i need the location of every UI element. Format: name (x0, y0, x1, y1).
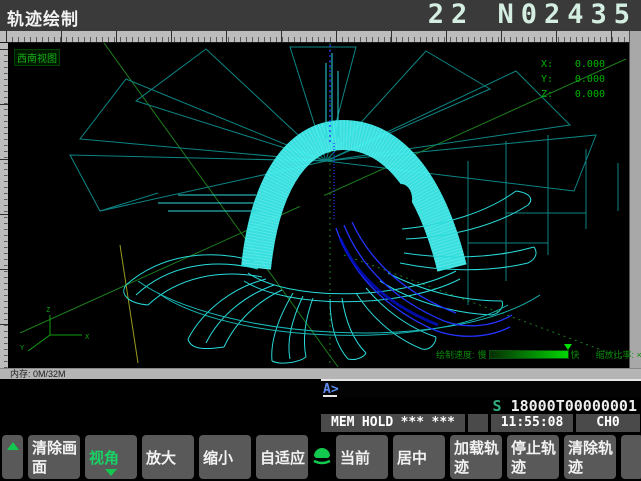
softkey-load-trace[interactable]: 加载轨迹 (450, 435, 502, 479)
coordinate-readout: X: 0.000 Y: 0.000 Z: 0.000 (535, 57, 605, 102)
channel-indicator: CH0 (576, 414, 640, 432)
vertical-ruler (0, 43, 8, 368)
right-scroll-strip[interactable] (629, 31, 641, 368)
softkey-label: 清除画面 (32, 440, 77, 476)
horizontal-ruler (0, 31, 641, 43)
triad-y-label: Y (20, 344, 25, 352)
mode-segment: MEM HOLD *** *** (321, 414, 465, 432)
softkey-label: 当前 (340, 450, 370, 467)
spindle-tool-value: 18000T00000001 (511, 397, 637, 415)
triangle-up-icon (7, 442, 19, 450)
toolpath-plot[interactable]: Z X Y 西南视图 X: 0.000 Y: 0.000 Z: 0.000 绘制… (8, 43, 629, 368)
yellow-path-line (120, 245, 138, 363)
softkey-stop-trace[interactable]: 停止轨迹 (507, 435, 559, 479)
slider-marker-icon[interactable] (564, 344, 572, 350)
softkey-clear-trace[interactable]: 清除轨迹 (564, 435, 616, 479)
softkey-label: 视角 (89, 450, 119, 467)
softkey-menu-return[interactable] (2, 435, 23, 479)
spindle-label: S (493, 397, 502, 415)
view-orientation-label: 西南视图 (14, 49, 60, 66)
coord-z: Z: 0.000 (535, 87, 605, 102)
more-pages-icon[interactable] (310, 442, 334, 470)
spindle-tool-readout: S 18000T00000001 (321, 397, 637, 413)
page-title: 轨迹绘制 (7, 5, 79, 30)
speed-fast-label: 快 (571, 348, 580, 361)
softkey-label: 放大 (146, 450, 176, 467)
speed-slider[interactable] (489, 350, 569, 359)
softkey-label: 自适应 (260, 450, 305, 467)
hold-label: HOLD (362, 414, 393, 432)
status-stars-2: *** (432, 414, 455, 432)
softkey-zoom-out[interactable]: 缩小 (199, 435, 251, 479)
speed-label: 绘制速度: (436, 348, 475, 361)
command-input[interactable]: A> (321, 379, 641, 397)
status-stars-1: *** (401, 414, 424, 432)
program-number: 22 N02435 (428, 0, 637, 30)
softkey-label: 缩小 (203, 450, 233, 467)
blank-segment (468, 414, 488, 432)
zoom-ratio-label: 缩放比率: ×1.233 (596, 348, 641, 361)
softkey-view-angle[interactable]: 视角 (85, 435, 137, 479)
triad-z-label: Z (46, 306, 50, 314)
mode-label: MEM (331, 414, 354, 432)
clock: 11:55:08 (491, 414, 573, 432)
softkey-empty[interactable] (621, 435, 641, 479)
softkey-label: 加载轨迹 (454, 440, 499, 476)
softkey-zoom-in[interactable]: 放大 (142, 435, 194, 479)
softkey-auto-fit[interactable]: 自适应 (256, 435, 308, 479)
title-bar: 轨迹绘制 22 N02435 (0, 0, 641, 31)
draw-speed-control: 绘制速度: 慢 快 缩放比率: ×1.233 (436, 348, 641, 361)
speed-slow-label: 慢 (478, 348, 487, 361)
softkey-current[interactable]: 当前 (336, 435, 388, 479)
cnc-trace-screen: 轨迹绘制 22 N02435 (0, 0, 641, 481)
coord-y: Y: 0.000 (535, 72, 605, 87)
softkey-label: 居中 (397, 450, 427, 467)
softkey-label: 停止轨迹 (511, 440, 556, 476)
axis-triad: Z X Y (20, 306, 90, 352)
memory-usage: 内存: 0M/32M (10, 369, 66, 379)
swirl-blades (124, 191, 540, 363)
softkey-clear-screen[interactable]: 清除画面 (28, 435, 80, 479)
memory-status-strip: 内存: 0M/32M (0, 368, 641, 379)
triad-x-label: X (85, 333, 90, 341)
softkey-row: 清除画面 视角 放大 缩小 自适应 当前 居中 加载轨迹 停止轨迹 (0, 434, 641, 481)
coord-x: X: 0.000 (535, 57, 605, 72)
triangle-down-icon (105, 469, 117, 476)
machine-status-bar: MEM HOLD *** *** 11:55:08 CH0 (321, 414, 641, 432)
softkey-label: 清除轨迹 (568, 440, 613, 476)
softkey-center[interactable]: 居中 (393, 435, 445, 479)
